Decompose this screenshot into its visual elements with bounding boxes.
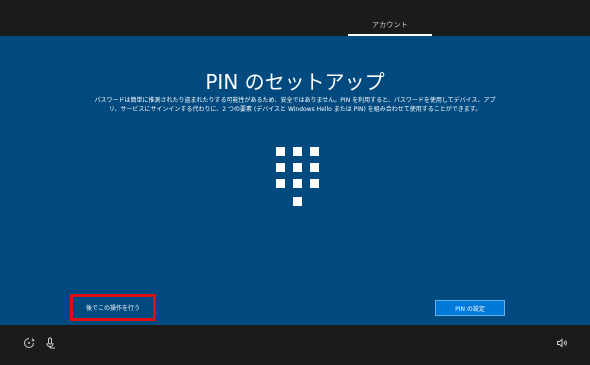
do-later-button[interactable]: 後でこの操作を行う [70, 294, 156, 321]
microphone-icon[interactable] [45, 334, 57, 349]
bottom-bar [0, 325, 590, 365]
keypad-dot [293, 147, 302, 156]
do-later-label: 後でこの操作を行う [85, 305, 140, 312]
keypad-dot [310, 179, 319, 188]
keypad-dot [276, 179, 285, 188]
pin-keypad-icon [0, 36, 590, 325]
setup-pin-label: PIN の設定 [455, 305, 485, 313]
keypad-dot [276, 147, 285, 156]
setup-pin-button[interactable]: PIN の設定 [435, 300, 505, 316]
volume-icon[interactable] [556, 334, 568, 348]
keypad-dot [293, 179, 302, 188]
keypad-dot [293, 163, 302, 172]
keypad-dot [293, 197, 302, 206]
step-label-account: アカウント [372, 21, 408, 29]
keypad-dot [310, 147, 319, 156]
ease-of-access-icon[interactable] [23, 334, 35, 348]
keypad-dot [276, 163, 285, 172]
keypad-dot [310, 163, 319, 172]
top-bar: アカウント [0, 0, 590, 36]
main-panel: PIN のセットアップ パスワードは簡単に推測されたり盗まれたりする可能性がある… [0, 36, 590, 325]
